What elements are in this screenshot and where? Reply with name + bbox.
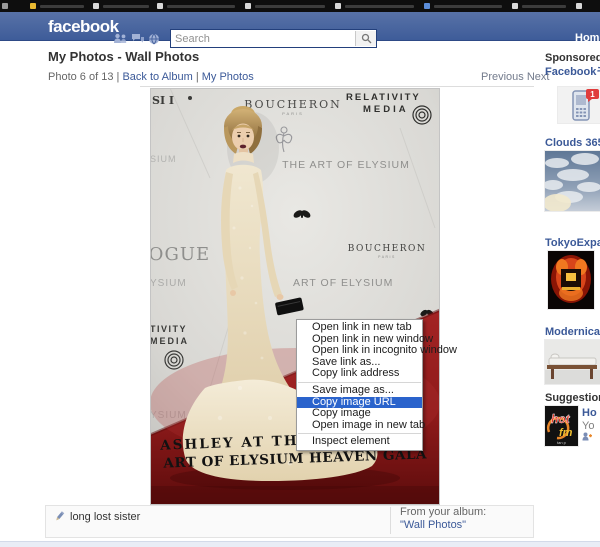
notifications-globe-icon[interactable] bbox=[148, 33, 160, 45]
browser-tab-strip[interactable] bbox=[0, 0, 600, 12]
art-of-elysium-text: ART OF ELYSIUM bbox=[293, 277, 393, 289]
header-divider bbox=[140, 86, 534, 87]
photo-position: Photo 6 of 13 bbox=[48, 71, 114, 83]
search-input[interactable] bbox=[171, 32, 355, 45]
ad-title-tokyoexpat[interactable]: TokyoExpat bbox=[545, 237, 600, 249]
hot-fm-logo: hot fm tan p bbox=[545, 406, 578, 446]
tab-title-illegible[interactable] bbox=[255, 5, 325, 8]
menu-separator bbox=[298, 433, 421, 435]
svg-text:1: 1 bbox=[590, 90, 595, 99]
menu-separator bbox=[298, 381, 421, 383]
page-title: My Photos - Wall Photos bbox=[48, 49, 200, 64]
svg-text:hot: hot bbox=[551, 412, 571, 426]
vogue-logo-text: VOGUE bbox=[150, 244, 210, 265]
daybed-image bbox=[545, 340, 600, 384]
right-eye bbox=[246, 134, 250, 138]
media-text: MEDIA bbox=[363, 104, 409, 115]
tab-title-illegible[interactable] bbox=[167, 5, 235, 8]
cloudy-sky-image bbox=[543, 151, 600, 212]
ad-image-facebook-mobile[interactable]: 1 bbox=[558, 87, 600, 123]
context-menu: Open link in new tab Open link in new wi… bbox=[296, 319, 457, 451]
ad-image-clouds[interactable] bbox=[543, 151, 600, 212]
edit-pencil-icon[interactable] bbox=[54, 511, 65, 522]
facebook-header-bar: facebook Home bbox=[0, 12, 600, 48]
suggestions-heading: Suggestions bbox=[545, 392, 600, 404]
menu-item-copy-link-address[interactable]: Copy link address bbox=[297, 368, 422, 380]
tab-favicon[interactable] bbox=[512, 3, 518, 9]
right-hand bbox=[276, 294, 284, 300]
tab-title-illegible[interactable] bbox=[40, 5, 84, 8]
suggestion-subtext: Yo bbox=[582, 420, 595, 432]
tab-title-illegible[interactable] bbox=[434, 5, 502, 8]
tab-favicon[interactable] bbox=[157, 3, 163, 9]
tab-favicon[interactable] bbox=[30, 3, 36, 9]
menu-item-save-image-as[interactable]: Save image as... bbox=[297, 384, 422, 397]
tab-favicon[interactable] bbox=[424, 3, 430, 9]
search-bar bbox=[170, 29, 377, 48]
media-text-2: MEDIA bbox=[150, 336, 189, 346]
backdrop-ornament bbox=[188, 96, 192, 100]
paris-text: PARIS bbox=[282, 111, 304, 116]
menu-item-copy-image[interactable]: Copy image bbox=[297, 408, 422, 420]
caption-divider bbox=[390, 507, 391, 534]
boucheron-logo-text-2: BOUCHERON bbox=[348, 244, 427, 254]
album-label: From your album: bbox=[400, 506, 487, 518]
svg-text:fm: fm bbox=[559, 427, 573, 439]
suggestion-hotfm-logo[interactable]: hot fm tan p bbox=[545, 406, 578, 446]
friend-requests-icon[interactable] bbox=[113, 33, 128, 44]
search-icon bbox=[361, 33, 371, 44]
tab-favicon[interactable] bbox=[576, 3, 582, 9]
add-person-icon[interactable] bbox=[582, 432, 592, 441]
ad-title-facebook-mobile[interactable]: Facebookモ bbox=[545, 63, 600, 79]
dark-lips bbox=[239, 144, 247, 149]
facebook-logo[interactable]: facebook bbox=[48, 17, 119, 37]
the-art-of-elysium-text: THE ART OF ELYSIUM bbox=[282, 159, 410, 171]
ad-image-tokyoexpat-crest[interactable] bbox=[548, 251, 594, 309]
menu-item-open-image-new-tab[interactable]: Open image in new tab bbox=[297, 419, 425, 432]
left-hand bbox=[230, 290, 236, 296]
screenshot-root: { "browser": { "tab_fav_styles": ["backg… bbox=[0, 0, 600, 547]
tab-title-illegible[interactable] bbox=[345, 5, 414, 8]
boucheron-logo-text: BOUCHERON bbox=[244, 98, 342, 111]
tab-title-illegible[interactable] bbox=[522, 5, 566, 8]
home-link[interactable]: Home bbox=[575, 32, 600, 44]
tivity-partial-text: TIVITY bbox=[150, 324, 187, 334]
suggestion-page-link[interactable]: Ho bbox=[582, 407, 597, 419]
back-to-album-link[interactable]: Back to Album bbox=[122, 71, 192, 83]
ad-title-modernica[interactable]: Modernica bbox=[545, 326, 600, 338]
tab-favicon[interactable] bbox=[93, 3, 99, 9]
page-bottom-bar bbox=[0, 541, 600, 547]
mobile-phone-icon: 1 bbox=[572, 89, 599, 121]
ad-image-modernica-daybed[interactable] bbox=[545, 340, 600, 384]
breadcrumb: Photo 6 of 13 | Back to Album | My Photo… bbox=[48, 71, 254, 83]
ad-title-clouds-365[interactable]: Clouds 365 bbox=[545, 137, 600, 149]
tab-favicon[interactable] bbox=[2, 3, 8, 9]
paris-text-2: PARIS bbox=[378, 255, 396, 259]
svg-text:tan p: tan p bbox=[557, 440, 567, 445]
fiery-crest-image bbox=[548, 251, 594, 309]
search-button[interactable] bbox=[355, 31, 376, 46]
my-photos-link[interactable]: My Photos bbox=[202, 71, 254, 83]
menu-item-open-link-new-tab[interactable]: Open link in new tab bbox=[297, 321, 422, 334]
photo-pager: Previous Next bbox=[481, 71, 549, 83]
previous-link[interactable]: Previous bbox=[481, 71, 524, 83]
tab-favicon[interactable] bbox=[245, 3, 251, 9]
tab-favicon[interactable] bbox=[335, 3, 341, 9]
sium-partial-text: SIUM bbox=[150, 154, 177, 164]
left-eye bbox=[237, 134, 241, 138]
album-link[interactable]: "Wall Photos" bbox=[400, 519, 466, 531]
relativity-text: RELATIVITY bbox=[346, 92, 421, 103]
backdrop-partial-text: SI I bbox=[152, 94, 174, 107]
photo-caption: long lost sister bbox=[70, 511, 141, 523]
tab-title-illegible[interactable] bbox=[103, 5, 149, 8]
menu-item-inspect-element[interactable]: Inspect element bbox=[297, 436, 422, 448]
ysium-partial-text: YSIUM bbox=[150, 278, 187, 289]
messages-icon[interactable] bbox=[131, 33, 145, 44]
